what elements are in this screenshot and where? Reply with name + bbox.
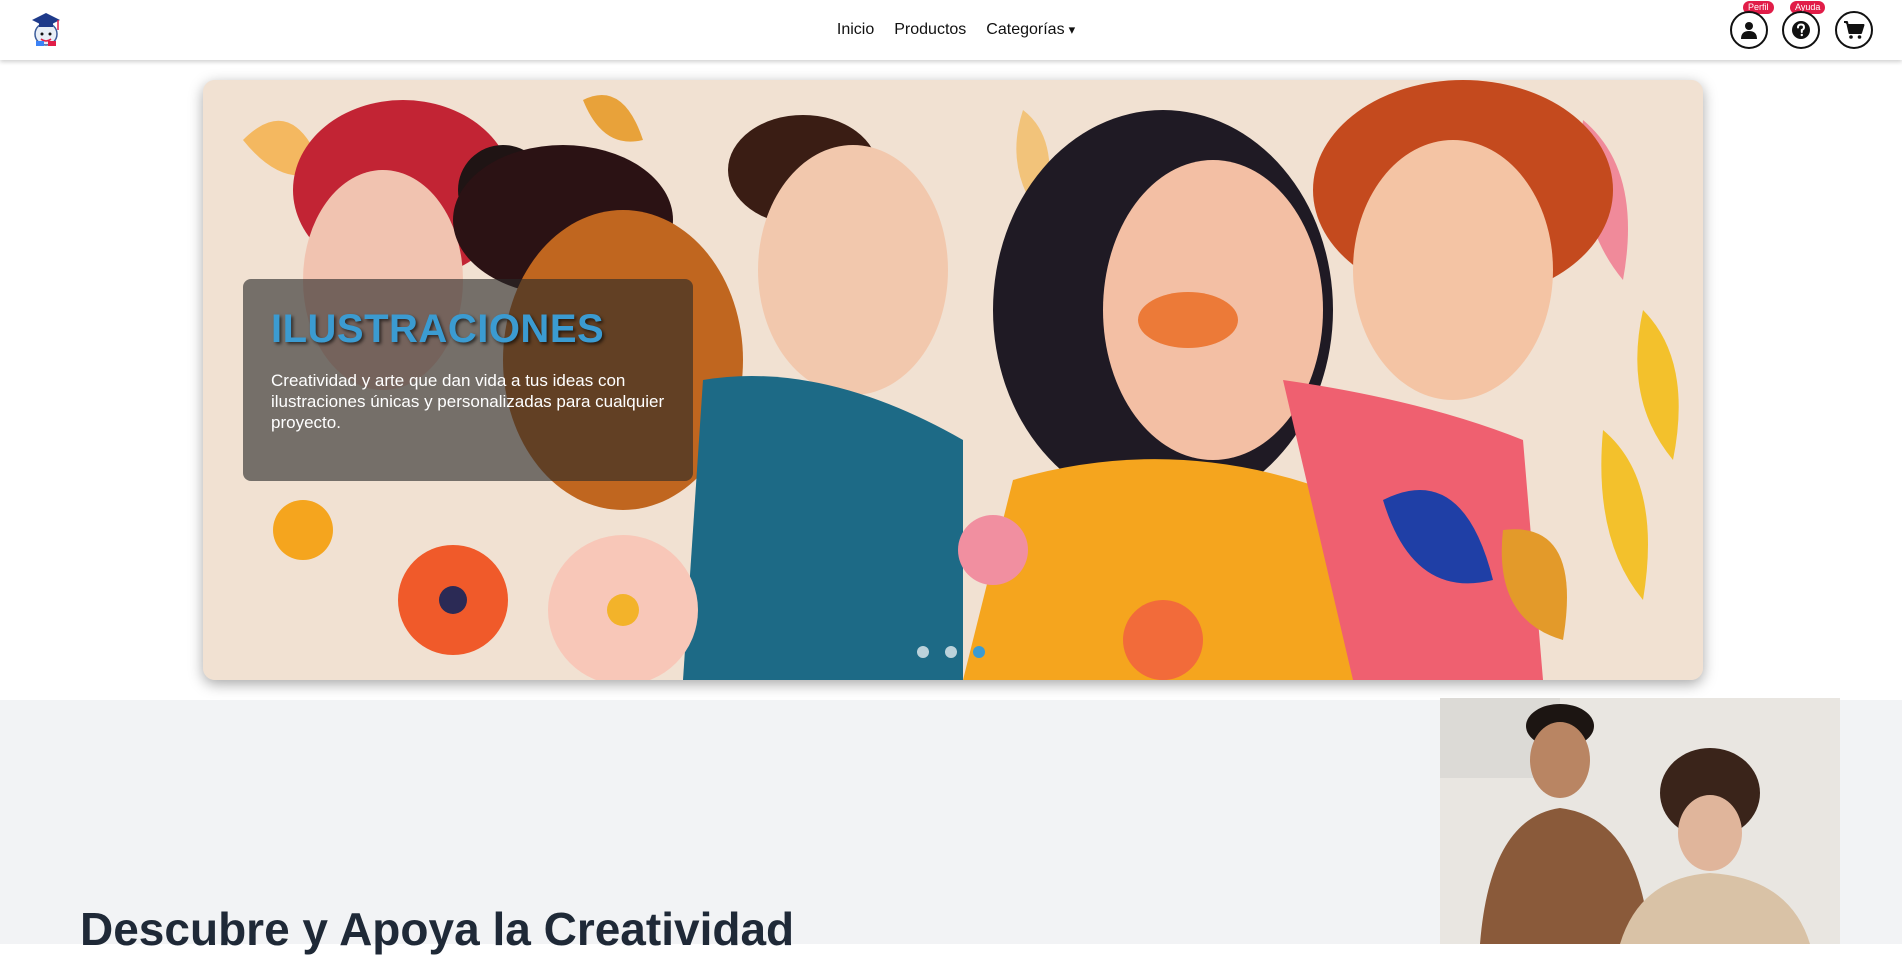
nav-categorias-label: Categorías — [986, 21, 1065, 38]
carousel-dot-2[interactable] — [945, 646, 957, 658]
top-header: Inicio Productos Categorías ▾ Perfil Ayud… — [0, 0, 1902, 60]
help-button[interactable] — [1782, 11, 1820, 49]
carousel-dot-3[interactable] — [973, 646, 985, 658]
user-icon — [1741, 22, 1757, 39]
nav-inicio[interactable]: Inicio — [837, 21, 874, 39]
profile-button[interactable] — [1730, 11, 1768, 49]
hero-description: Creatividad y arte que dan vida a tus id… — [271, 371, 665, 432]
carousel-dot-1[interactable] — [917, 646, 929, 658]
nav-productos[interactable]: Productos — [894, 21, 966, 39]
nav-categorias[interactable]: Categorías ▾ — [986, 21, 1075, 39]
section-heading: Descubre y Apoya la Creatividad — [80, 903, 795, 955]
hero-carousel[interactable]: ILUSTRACIONES Creatividad y arte que dan… — [203, 80, 1703, 680]
hero-caption: ILUSTRACIONES Creatividad y arte que dan… — [243, 279, 693, 481]
cart-button[interactable] — [1835, 11, 1873, 49]
carousel-indicators — [917, 646, 985, 658]
help-icon — [1792, 21, 1810, 39]
hero-title: ILUSTRACIONES — [271, 307, 605, 351]
cart-icon — [1844, 21, 1865, 39]
people-photo-image — [1440, 698, 1840, 944]
chevron-down-icon: ▾ — [1068, 22, 1076, 37]
main-nav: Inicio Productos Categorías ▾ — [0, 0, 1902, 60]
